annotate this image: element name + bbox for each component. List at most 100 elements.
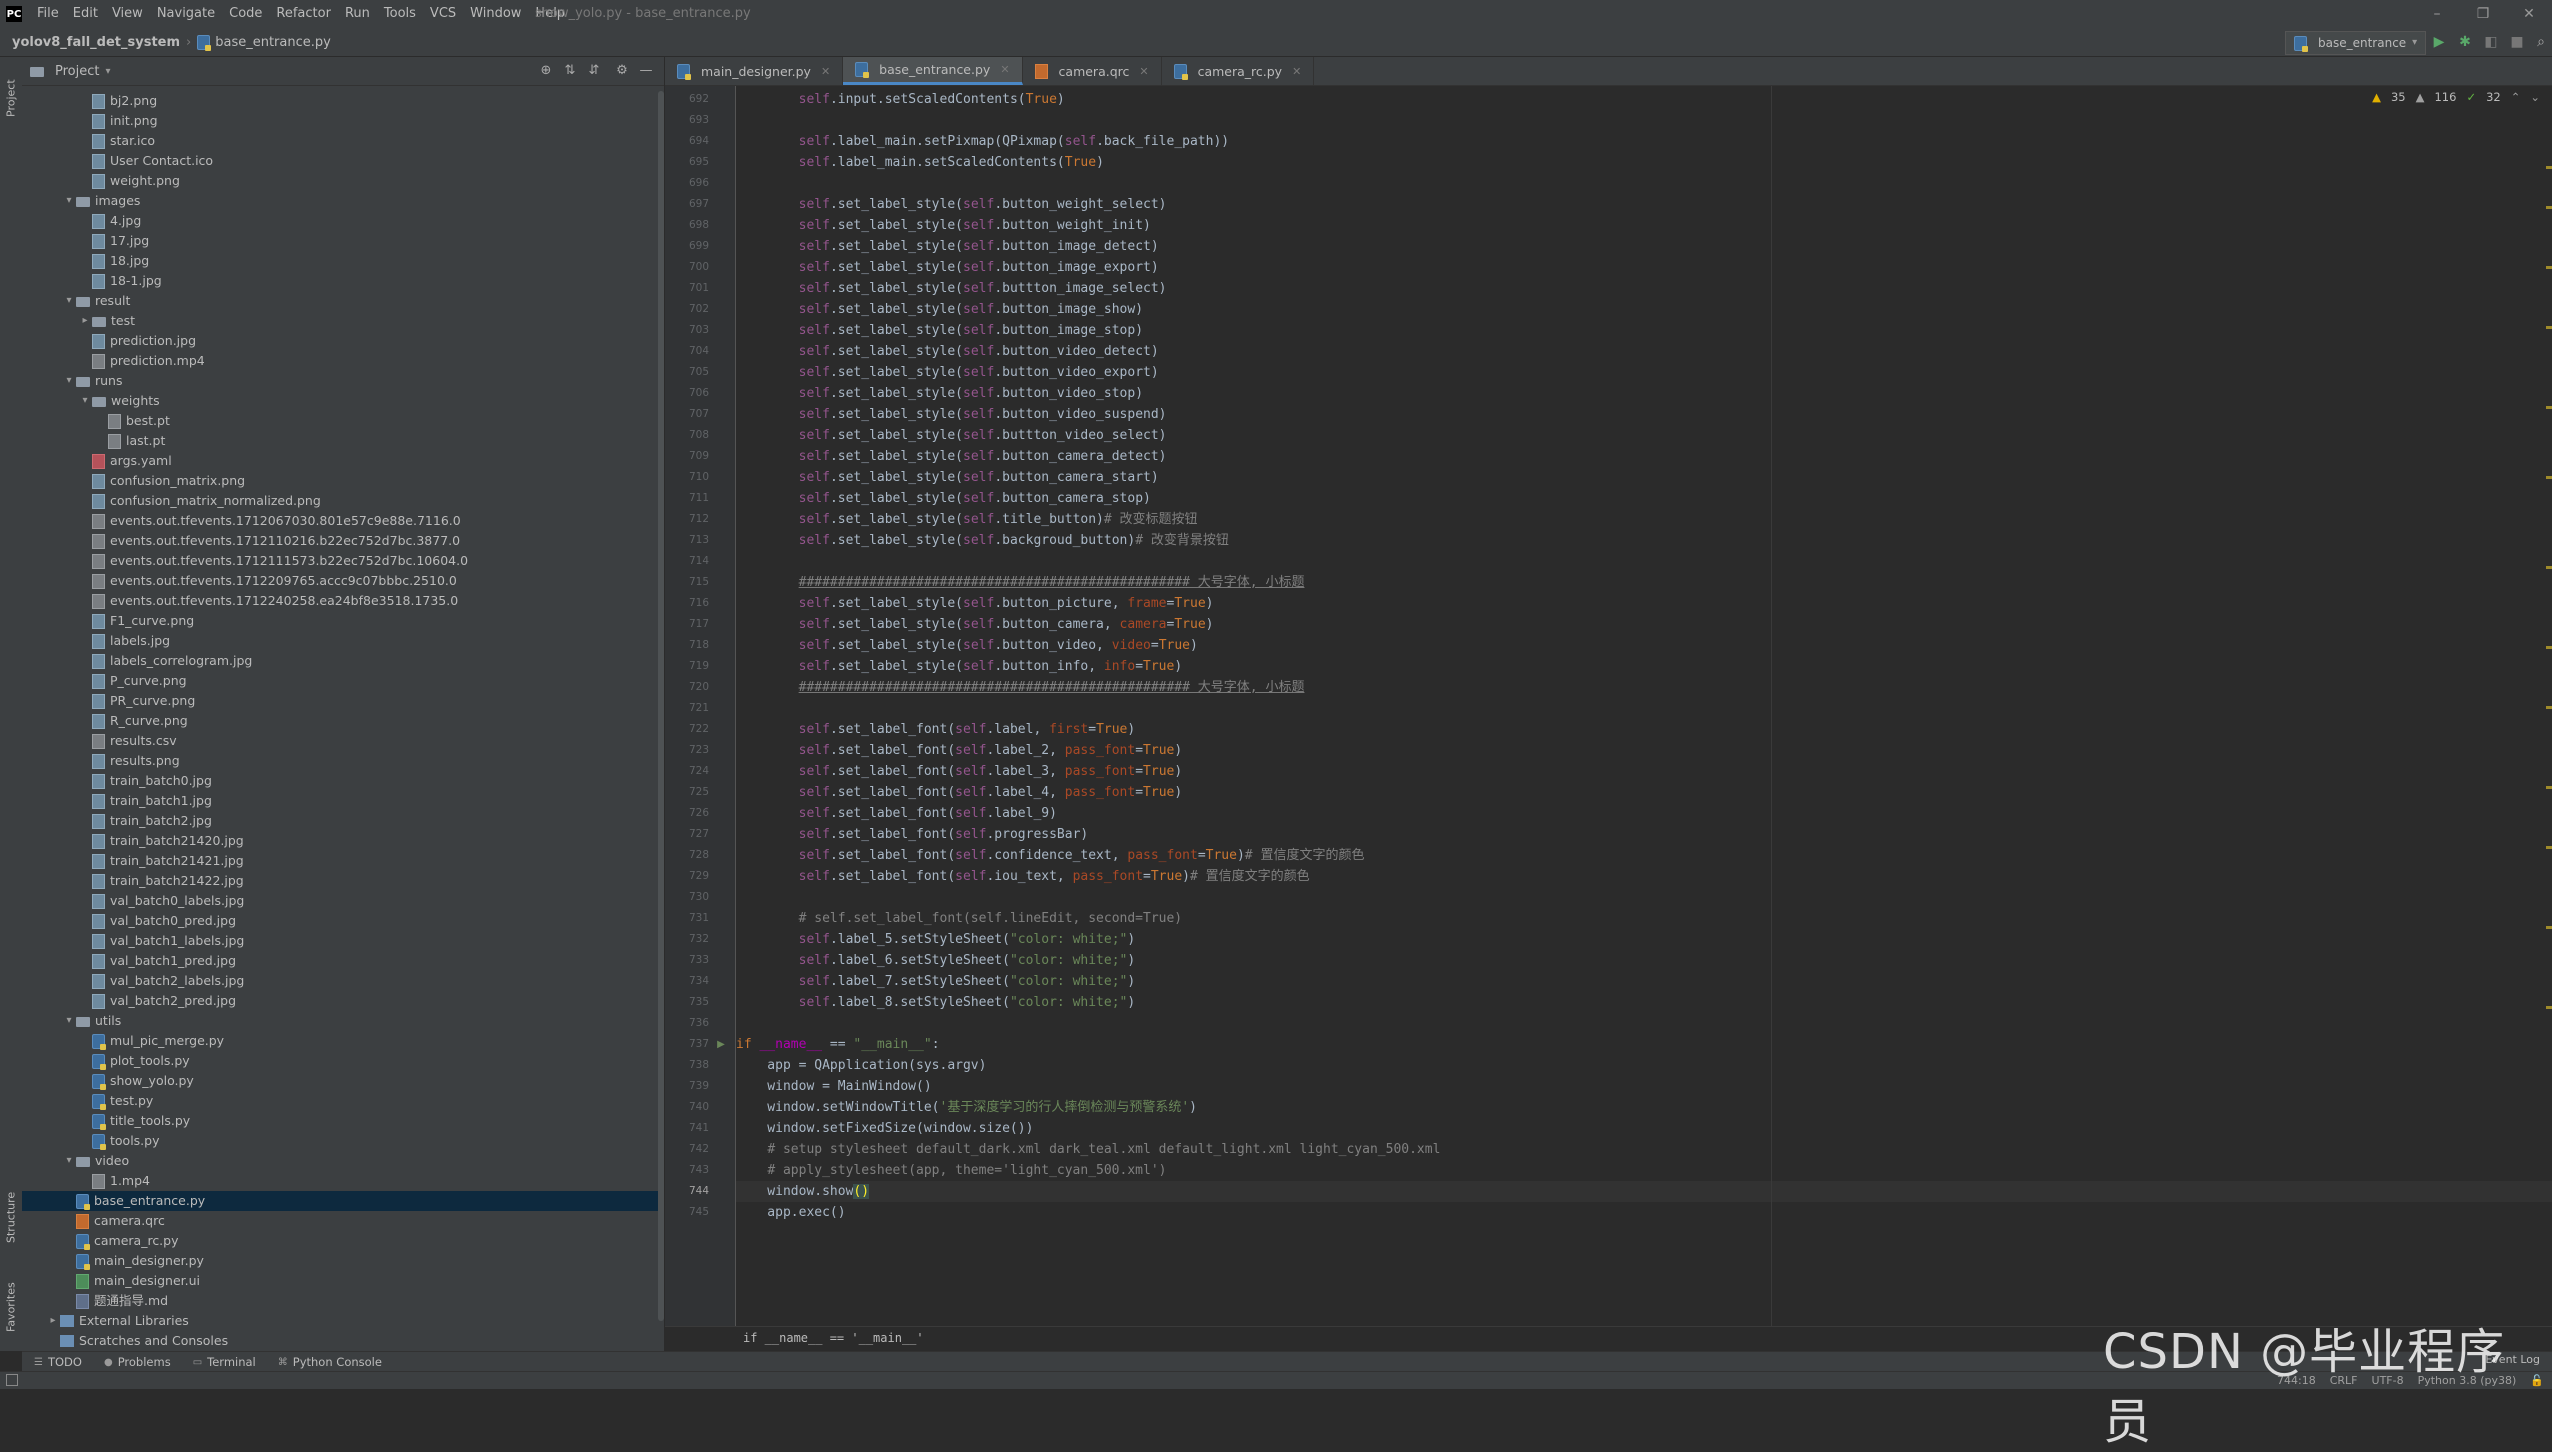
tree-file[interactable]: 18.jpg (22, 251, 664, 271)
gear-icon[interactable]: ⚙ (613, 62, 631, 80)
tree-file[interactable]: val_batch0_labels.jpg (22, 891, 664, 911)
code-line[interactable]: self.set_label_style(self.button_video_s… (736, 383, 1143, 404)
collapse-all-icon[interactable]: ⇵ (585, 62, 603, 80)
editor-tab[interactable]: camera.qrc ✕ (1023, 57, 1162, 85)
inspection-widget[interactable]: ▲ 35 ▲ 116 ✓ 32 ⌃ ⌄ (2372, 90, 2540, 104)
code-line[interactable]: self.input.setScaledContents(True) (736, 89, 1065, 110)
tree-file[interactable]: train_batch1.jpg (22, 791, 664, 811)
chevron-down-icon[interactable]: ▾ (62, 371, 76, 391)
tree-file[interactable]: bj2.png (22, 91, 664, 111)
warning-stripe-mark[interactable] (2546, 476, 2552, 479)
debug-icon[interactable]: ✱ (2456, 33, 2474, 51)
code-line[interactable]: self.set_label_style(self.button_image_s… (736, 320, 1143, 341)
tree-file[interactable]: val_batch1_labels.jpg (22, 931, 664, 951)
project-view-selector[interactable]: Project ▾ (30, 64, 111, 79)
code-line[interactable]: self.label_6.setStyleSheet("color: white… (736, 950, 1136, 971)
code-line[interactable]: self.set_label_font(self.label, first=Tr… (736, 719, 1136, 740)
editor-tab[interactable]: base_entrance.py ✕ (843, 57, 1023, 85)
code-line[interactable]: self.set_label_style(self.button_image_s… (736, 299, 1143, 320)
tree-folder[interactable]: ▾ runs (22, 371, 664, 391)
run-config-dropdown[interactable]: base_entrance ▾ (2285, 31, 2427, 55)
minimize-icon[interactable]: – (2414, 0, 2460, 28)
menu-code[interactable]: Code (222, 0, 269, 28)
code-line[interactable]: window.show() (736, 1181, 2552, 1202)
structure-tool-button[interactable]: Structure (0, 1177, 22, 1257)
project-tool-button[interactable]: Project (0, 63, 22, 133)
hide-panel-icon[interactable]: — (637, 62, 655, 80)
menu-navigate[interactable]: Navigate (150, 0, 222, 28)
tree-folder[interactable]: ▾ video (22, 1151, 664, 1171)
menu-refactor[interactable]: Refactor (269, 0, 338, 28)
code-line[interactable]: self.set_label_font(self.label_4, pass_f… (736, 782, 1183, 803)
tree-file[interactable]: ▸ External Libraries (22, 1311, 664, 1331)
code-line[interactable]: self.set_label_style(self.button_video_e… (736, 362, 1159, 383)
tool-window-python-console[interactable]: ⌘ Python Console (278, 1355, 382, 1369)
warning-stripe-mark[interactable] (2546, 646, 2552, 649)
warning-stripe-mark[interactable] (2546, 706, 2552, 709)
chevron-down-icon[interactable]: ▾ (78, 391, 92, 411)
tree-folder[interactable]: ▾ result (22, 291, 664, 311)
code-line[interactable]: self.set_label_style(self.button_video_s… (736, 404, 1167, 425)
warning-stripe-mark[interactable] (2546, 846, 2552, 849)
tool-window-problems[interactable]: ● Problems (104, 1355, 171, 1369)
close-tab-icon[interactable]: ✕ (1000, 63, 1009, 76)
tree-file[interactable]: val_batch1_pred.jpg (22, 951, 664, 971)
code-line[interactable]: # apply_stylesheet(app, theme='light_cya… (736, 1160, 1166, 1181)
code-line[interactable]: self.set_label_style(self.buttton_video_… (736, 425, 1167, 446)
tree-file[interactable]: events.out.tfevents.1712067030.801e57c9e… (22, 511, 664, 531)
menu-view[interactable]: View (105, 0, 150, 28)
tree-file[interactable]: prediction.jpg (22, 331, 664, 351)
stop-icon[interactable]: ■ (2508, 33, 2526, 51)
tree-file[interactable]: 4.jpg (22, 211, 664, 231)
project-scrollbar[interactable] (658, 91, 664, 1321)
tree-file[interactable]: events.out.tfevents.1712240258.ea24bf8e3… (22, 591, 664, 611)
code-line[interactable]: self.set_label_font(self.progressBar) (736, 824, 1089, 845)
code-line[interactable]: self.set_label_style(self.backgroud_butt… (736, 530, 1229, 551)
breadcrumb-file[interactable]: base_entrance.py (197, 34, 331, 51)
tree-file[interactable]: title_tools.py (22, 1111, 664, 1131)
tree-file[interactable]: val_batch2_pred.jpg (22, 991, 664, 1011)
tree-file[interactable]: camera_rc.py (22, 1231, 664, 1251)
warning-stripe-mark[interactable] (2546, 926, 2552, 929)
tree-file[interactable]: confusion_matrix_normalized.png (22, 491, 664, 511)
tree-file[interactable]: PR_curve.png (22, 691, 664, 711)
chevron-right-icon[interactable]: ▸ (78, 311, 92, 331)
tree-file[interactable]: test.py (22, 1091, 664, 1111)
code-line[interactable]: window = MainWindow() (736, 1076, 931, 1097)
code-line[interactable]: window.setWindowTitle('基于深度学习的行人摔倒检测与预警系… (736, 1097, 1197, 1118)
tree-file[interactable]: User Contact.ico (22, 151, 664, 171)
code-line[interactable]: self.set_label_style(self.button_video_d… (736, 341, 1159, 362)
code-line[interactable]: self.set_label_font(self.confidence_text… (736, 845, 1365, 866)
tool-window-todo[interactable]: ☰ TODO (34, 1355, 82, 1369)
tool-window-terminal[interactable]: ▭ Terminal (193, 1355, 256, 1369)
code-line[interactable]: app.exec() (736, 1202, 845, 1223)
tree-file[interactable]: main_designer.py (22, 1251, 664, 1271)
tree-file[interactable]: train_batch0.jpg (22, 771, 664, 791)
warning-stripe-mark[interactable] (2546, 566, 2552, 569)
tree-file[interactable]: 题通指导.md (22, 1291, 664, 1311)
restore-icon[interactable]: ❐ (2460, 0, 2506, 28)
breadcrumb-project[interactable]: yolov8_fall_det_system (12, 35, 180, 50)
code-line[interactable]: if __name__ == "__main__": (736, 1034, 940, 1055)
tree-file[interactable]: plot_tools.py (22, 1051, 664, 1071)
warning-stripe-mark[interactable] (2546, 326, 2552, 329)
favorites-tool-button[interactable]: Favorites (0, 1267, 22, 1347)
tree-file[interactable]: events.out.tfevents.1712111573.b22ec752d… (22, 551, 664, 571)
run-icon[interactable]: ▶ (2430, 33, 2448, 51)
code-line[interactable]: self.set_label_style(self.button_camera_… (736, 446, 1167, 467)
code-line[interactable]: self.set_label_style(self.button_camera_… (736, 467, 1159, 488)
tree-file[interactable]: star.ico (22, 131, 664, 151)
tree-file[interactable]: base_entrance.py (22, 1191, 664, 1211)
tree-folder[interactable]: ▾ utils (22, 1011, 664, 1031)
code-line[interactable]: window.setFixedSize(window.size()) (736, 1118, 1033, 1139)
run-gutter-icon[interactable]: ▶ (713, 1034, 729, 1055)
tree-file[interactable]: init.png (22, 111, 664, 131)
warning-stripe-mark[interactable] (2546, 206, 2552, 209)
tree-file[interactable]: 17.jpg (22, 231, 664, 251)
status-left-icon[interactable] (6, 1374, 18, 1386)
code-line[interactable]: self.set_label_style(self.button_picture… (736, 593, 1214, 614)
chevron-down-icon[interactable]: ▾ (62, 291, 76, 311)
tree-file[interactable]: confusion_matrix.png (22, 471, 664, 491)
tree-file[interactable]: Scratches and Consoles (22, 1331, 664, 1351)
close-tab-icon[interactable]: ✕ (1139, 65, 1148, 78)
